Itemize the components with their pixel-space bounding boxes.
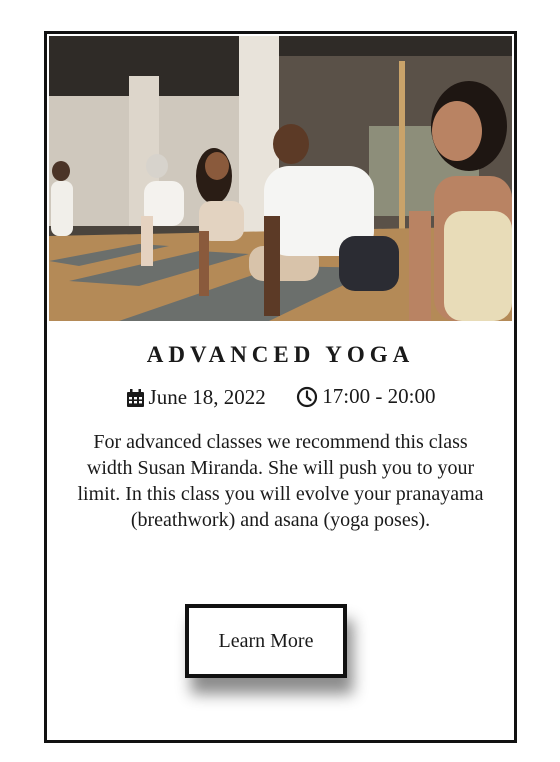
- class-title: ADVANCED YOGA: [146, 342, 415, 367]
- learn-more-button[interactable]: Learn More: [185, 604, 347, 678]
- class-card: ADVANCED YOGA June 18, 2022 17:00 - 20:0…: [44, 31, 517, 743]
- class-schedule: June 18, 2022 17:00 - 20:00: [47, 384, 514, 414]
- calendar-icon: [126, 388, 145, 408]
- date-text: June 18, 2022: [148, 385, 266, 409]
- class-time: 17:00 - 20:00: [296, 384, 435, 409]
- time-text: 17:00 - 20:00: [322, 384, 436, 408]
- class-description: For advanced classes we recommend this c…: [77, 431, 484, 531]
- class-date: June 18, 2022: [126, 385, 266, 410]
- clock-icon: [296, 386, 318, 408]
- class-photo: [49, 36, 512, 321]
